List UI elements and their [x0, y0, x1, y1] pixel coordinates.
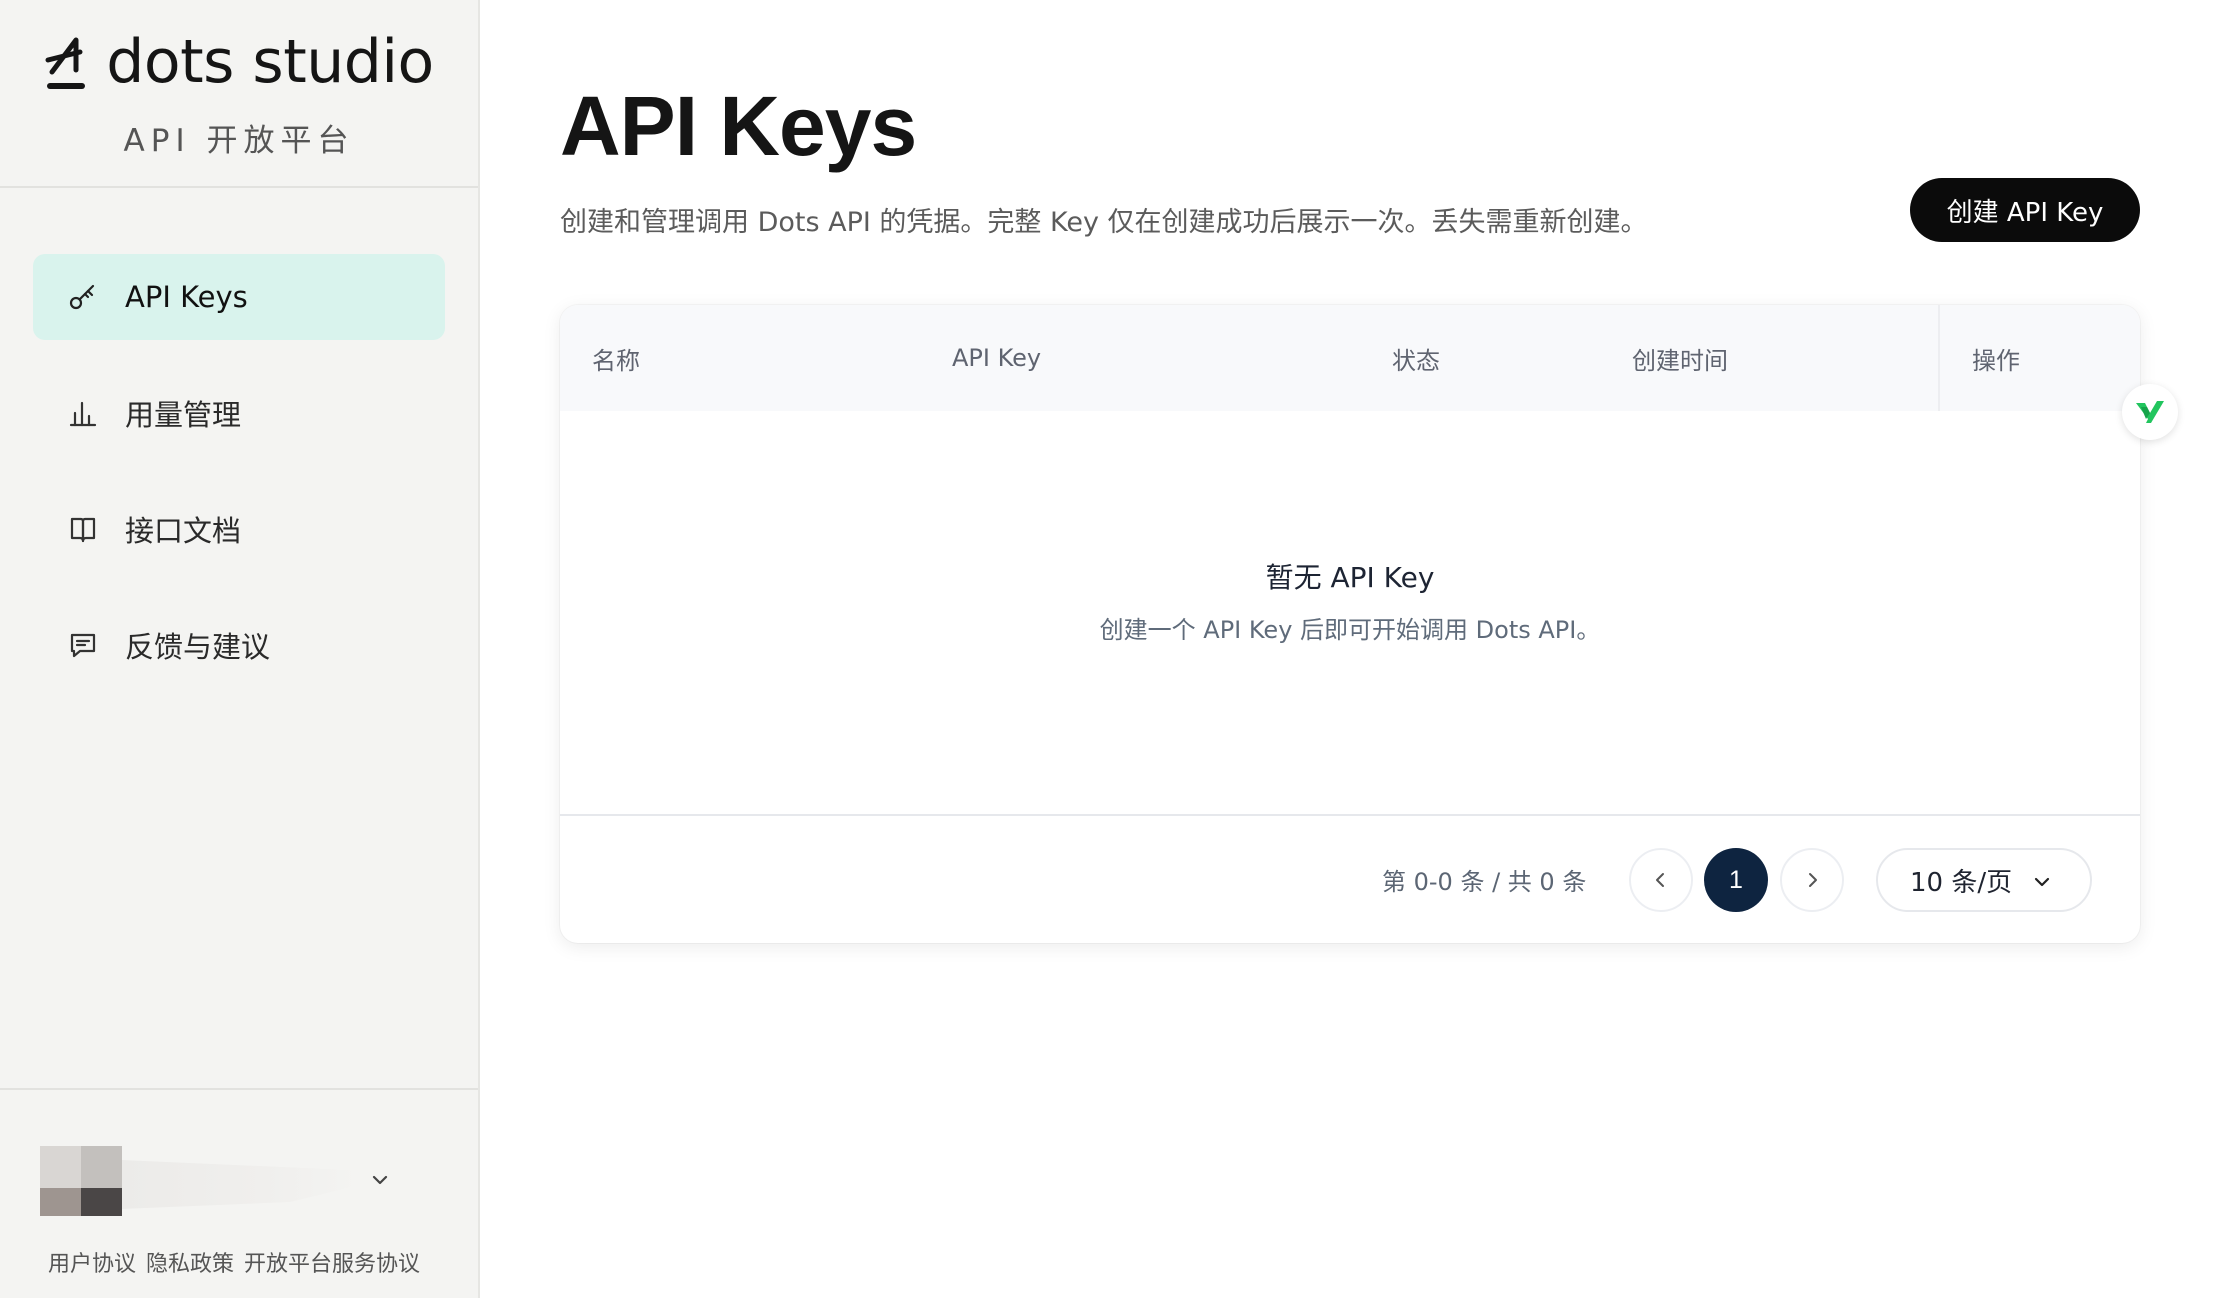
- avatar: [40, 1146, 122, 1216]
- sidebar-item-label: 反馈与建议: [125, 630, 271, 664]
- chevron-left-icon: [1656, 873, 1664, 887]
- page-size-value: 10 条/页: [1910, 867, 2013, 898]
- sidebar-nav: API Keys 用量管理 接口文档 反馈与建议: [0, 188, 478, 688]
- column-header-api-key: API Key: [952, 344, 1042, 372]
- message-icon: [67, 629, 99, 661]
- column-header-created-time: 创建时间: [1632, 346, 1728, 375]
- dots-logo-icon: [44, 32, 88, 92]
- create-api-key-button[interactable]: 创建 API Key: [1910, 178, 2140, 242]
- key-icon: [67, 281, 99, 313]
- footer-links: 用户协议 隐私政策 开放平台服务协议: [48, 1246, 420, 1278]
- sidebar: dots studio API 开放平台 API Keys 用量管理 接口文档 …: [0, 0, 480, 1298]
- user-name-redacted: [122, 1160, 362, 1209]
- column-header-actions: 操作: [1972, 346, 2020, 375]
- sidebar-item-usage[interactable]: 用量管理: [33, 370, 445, 456]
- page-description: 创建和管理调用 Dots API 的凭据。完整 Key 仅在创建成功后展示一次。…: [560, 207, 1648, 238]
- book-icon: [67, 513, 99, 545]
- column-header-name: 名称: [592, 346, 640, 375]
- brand-subtitle: API 开放平台: [123, 122, 355, 159]
- user-agreement-link[interactable]: 用户协议: [48, 1246, 136, 1278]
- page-size-select[interactable]: 10 条/页: [1876, 848, 2092, 912]
- prev-page-button[interactable]: [1629, 848, 1693, 912]
- chevron-down-icon[interactable]: [368, 1168, 392, 1192]
- column-header-status: 状态: [1392, 346, 1440, 375]
- sidebar-item-docs[interactable]: 接口文档: [33, 486, 445, 572]
- empty-state: 暂无 API Key 创建一个 API Key 后即可开始调用 Dots API…: [560, 411, 2140, 815]
- sidebar-item-label: API Keys: [125, 280, 248, 314]
- sidebar-item-api-keys[interactable]: API Keys: [33, 254, 445, 340]
- assistant-logo-icon: [2136, 401, 2164, 423]
- sidebar-item-feedback[interactable]: 反馈与建议: [33, 602, 445, 688]
- chevron-right-icon: [1809, 873, 1817, 887]
- pagination-bar: 第 0-0 条 / 共 0 条 1 10 条/页: [560, 814, 2140, 943]
- empty-state-title: 暂无 API Key: [1265, 560, 1435, 594]
- page-title: API Keys: [560, 79, 917, 173]
- page-number-current[interactable]: 1: [1704, 848, 1768, 912]
- empty-state-description: 创建一个 API Key 后即可开始调用 Dots API。: [1099, 615, 1601, 644]
- service-agreement-link[interactable]: 开放平台服务协议: [244, 1246, 420, 1278]
- privacy-policy-link[interactable]: 隐私政策: [146, 1246, 234, 1278]
- user-menu[interactable]: [40, 1146, 440, 1216]
- chevron-down-icon: [2030, 870, 2054, 901]
- column-divider: [1938, 305, 1940, 411]
- brand-name: dots studio: [106, 26, 434, 97]
- next-page-button[interactable]: [1780, 848, 1844, 912]
- sidebar-item-label: 接口文档: [125, 514, 242, 548]
- brand-logo-row[interactable]: dots studio: [44, 26, 434, 97]
- pagination-range: 第 0-0 条 / 共 0 条: [1382, 868, 1587, 896]
- floating-assistant-button[interactable]: [2122, 384, 2178, 440]
- sidebar-item-label: 用量管理: [125, 398, 242, 432]
- api-keys-table: 名称 API Key 状态 创建时间 操作 暂无 API Key 创建一个 AP…: [560, 305, 2140, 943]
- bar-chart-icon: [67, 397, 99, 429]
- brand-header: dots studio API 开放平台: [0, 0, 478, 188]
- sidebar-footer: 用户协议 隐私政策 开放平台服务协议: [0, 1088, 478, 1298]
- table-header: 名称 API Key 状态 创建时间 操作: [560, 305, 2140, 411]
